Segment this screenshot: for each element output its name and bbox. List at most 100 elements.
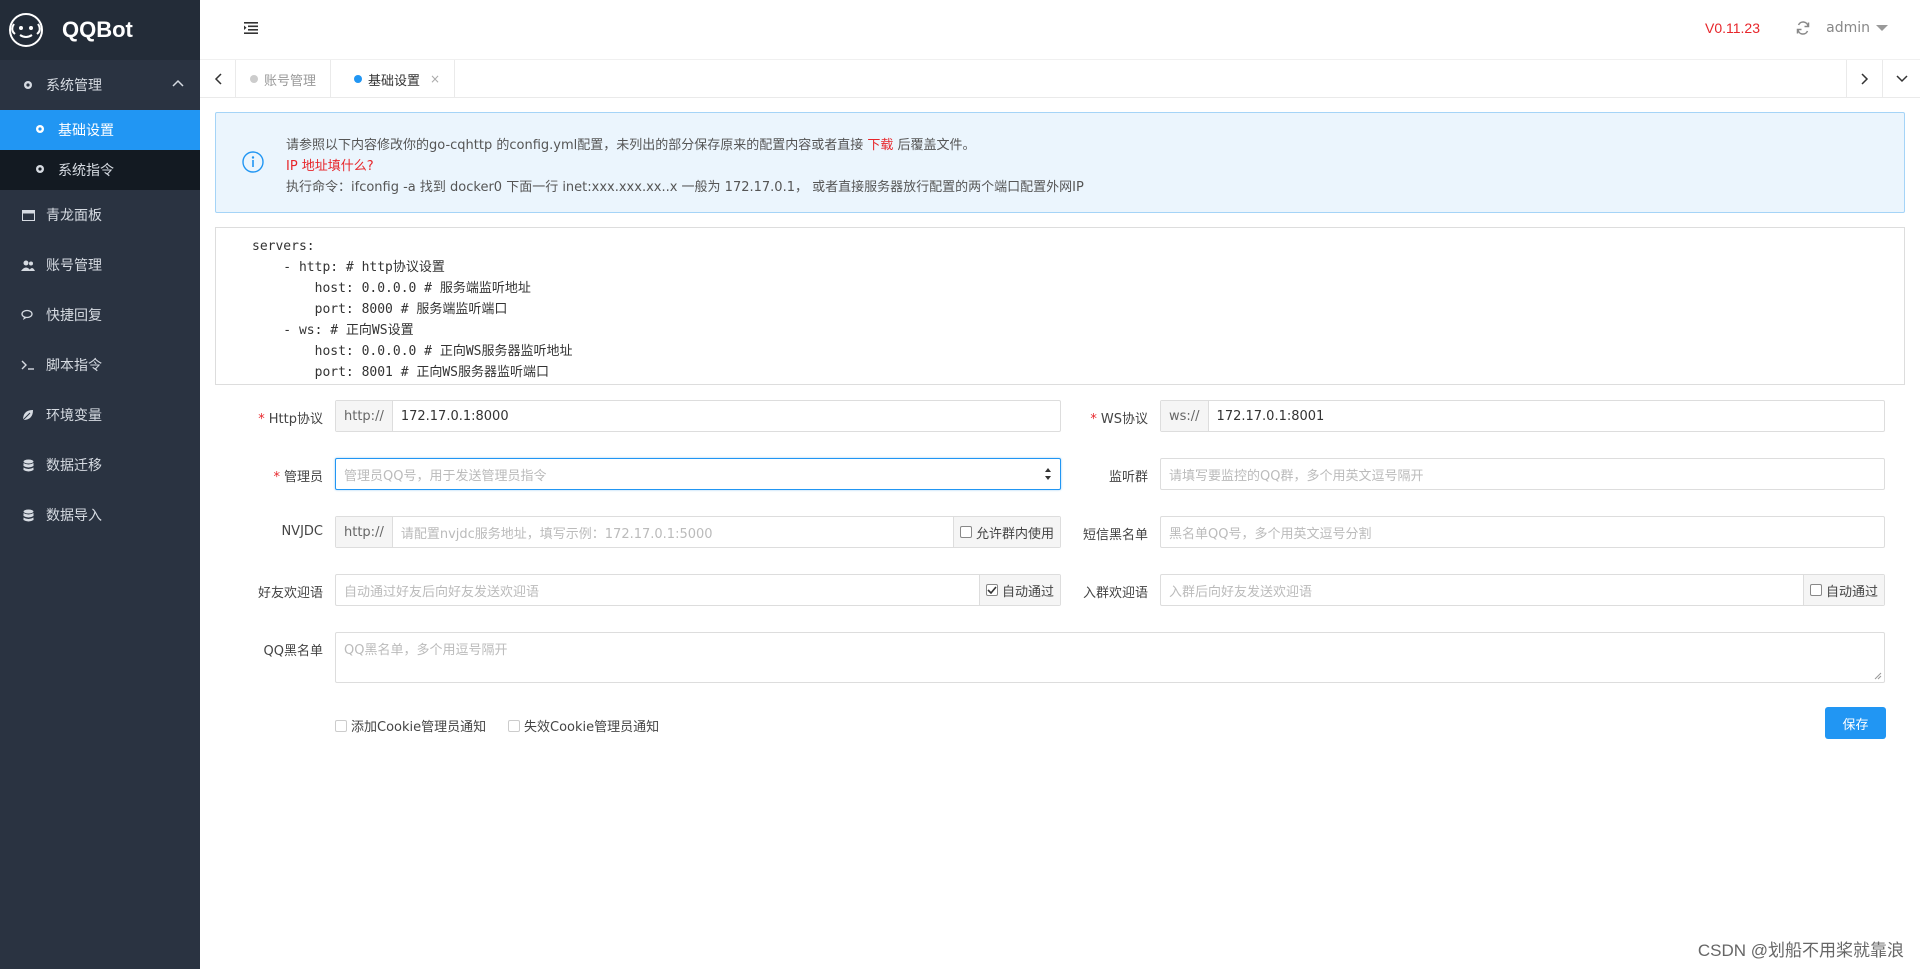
sidebar-item-label: 数据迁移: [46, 458, 102, 474]
label-text: NVJDC: [281, 524, 323, 539]
robot-logo-icon: [9, 13, 43, 47]
sms-blacklist-field[interactable]: 黑名单QQ号，多个用英文逗号分割: [1160, 516, 1885, 548]
tab-scroll-left[interactable]: [200, 60, 236, 98]
window-icon: [20, 207, 36, 223]
resize-handle-icon[interactable]: [1874, 672, 1882, 680]
group-auto-accept-checkbox[interactable]: 自动通过: [1802, 575, 1884, 605]
code-line: port: 8001 # 正向WS服务器监听端口: [252, 365, 550, 380]
version-label[interactable]: V0.11.23: [1705, 20, 1760, 36]
textarea-placeholder: QQ黑名单，多个用逗号隔开: [344, 643, 508, 658]
listen-group-field[interactable]: 请填写要监控的QQ群，多个用英文逗号隔开: [1160, 458, 1885, 490]
label-text: Http协议: [268, 412, 323, 427]
download-link[interactable]: 下载: [867, 138, 893, 153]
database-icon: [20, 457, 36, 473]
alert-text: 请参照以下内容修改你的go-cqhttp 的config.yml配置，未列出的部…: [286, 138, 868, 153]
friend-welcome-input[interactable]: 自动通过好友后向好友发送欢迎语: [336, 581, 979, 600]
checkbox-label: 自动通过: [1825, 584, 1878, 600]
tab-accounts[interactable]: 账号管理: [236, 60, 332, 98]
leaf-icon: [20, 407, 36, 423]
tab-scroll-right[interactable]: [1846, 60, 1882, 98]
ws-field[interactable]: ws:// 172.17.0.1:8001: [1160, 400, 1885, 432]
ip-help-link[interactable]: IP 地址填什么?: [286, 156, 1084, 177]
checkbox-icon: [335, 719, 347, 732]
sidebar-item-label: 快捷回复: [46, 308, 102, 324]
tab-menu[interactable]: [1882, 60, 1920, 98]
username: admin: [1826, 20, 1870, 36]
sidebar-item-label: 环境变量: [46, 408, 102, 424]
checkbox-label: 失效Cookie管理员通知: [524, 720, 660, 735]
group-welcome-input[interactable]: 入群后向好友发送欢迎语: [1161, 581, 1803, 600]
users-icon: [20, 257, 36, 273]
gear-icon: [20, 77, 36, 93]
gear-icon: [34, 163, 48, 177]
http-field[interactable]: http:// 172.17.0.1:8000: [335, 400, 1061, 432]
notify-add-checkbox[interactable]: 添加Cookie管理员通知: [335, 716, 486, 735]
qq-blacklist-textarea[interactable]: QQ黑名单，多个用逗号隔开: [335, 632, 1885, 683]
sidebar-item-qinglong[interactable]: 青龙面板: [0, 190, 200, 240]
sidebar-item-env-vars[interactable]: 环境变量: [0, 390, 200, 440]
alert-text: 后覆盖文件。: [893, 138, 976, 153]
sidebar-item-system-commands[interactable]: 系统指令: [0, 150, 200, 190]
sidebar-item-label: 青龙面板: [46, 208, 102, 224]
chat-icon: [20, 307, 36, 323]
sidebar-item-label: 数据导入: [46, 508, 102, 524]
app-name: QQBot: [62, 17, 133, 42]
label-text: QQ黑名单: [263, 644, 323, 659]
sidebar-item-data-import[interactable]: 数据导入: [0, 490, 200, 540]
code-line: port: 8000 # 服务端监听端口: [252, 302, 508, 317]
nvjdc-input[interactable]: 请配置nvjdc服务地址，填写示例：172.17.0.1:5000: [393, 523, 953, 542]
checkbox-icon: [508, 719, 520, 732]
tab-dot: [250, 75, 258, 83]
refresh-icon[interactable]: [1796, 21, 1810, 35]
tab-label: 基础设置: [368, 73, 421, 89]
sidebar-item-label: 账号管理: [46, 258, 102, 274]
checkbox-label: 添加Cookie管理员通知: [351, 720, 487, 735]
chevron-up-icon: [172, 79, 184, 87]
top-header: V0.11.23 admin: [200, 0, 1920, 60]
sidebar-item-accounts[interactable]: 账号管理: [0, 240, 200, 290]
sidebar-group-label: 系统管理: [46, 78, 102, 94]
database-icon: [20, 507, 36, 523]
label-text: WS协议: [1100, 412, 1148, 427]
terminal-icon: [20, 357, 36, 373]
code-line: host: 0.0.0.0 # 正向WS服务器监听地址: [252, 344, 573, 359]
nvjdc-field[interactable]: http:// 请配置nvjdc服务地址，填写示例：172.17.0.1:500…: [335, 516, 1061, 548]
tab-label: 账号管理: [264, 73, 317, 89]
menu-toggle-icon[interactable]: [244, 22, 258, 34]
code-line: servers:: [252, 239, 315, 254]
sidebar-item-basic-settings[interactable]: 基础设置: [0, 110, 200, 150]
admin-input[interactable]: 管理员QQ号，用于发送管理员指令: [336, 465, 1060, 484]
listen-group-input[interactable]: 请填写要监控的QQ群，多个用英文逗号隔开: [1161, 465, 1884, 484]
nvjdc-prefix: http://: [336, 517, 393, 547]
sidebar-item-quick-reply[interactable]: 快捷回复: [0, 290, 200, 340]
close-icon[interactable]: ×: [430, 72, 440, 86]
admin-field[interactable]: 管理员QQ号，用于发送管理员指令: [335, 458, 1061, 490]
http-prefix: http://: [336, 401, 393, 431]
sms-blacklist-input[interactable]: 黑名单QQ号，多个用英文逗号分割: [1161, 523, 1884, 542]
group-welcome-field[interactable]: 入群后向好友发送欢迎语 自动通过: [1160, 574, 1885, 606]
config-code: servers: - http: # http协议设置 host: 0.0.0.…: [215, 227, 1905, 385]
logo[interactable]: QQBot: [0, 0, 200, 60]
alert-line-1: 请参照以下内容修改你的go-cqhttp 的config.yml配置，未列出的部…: [286, 135, 1084, 156]
label-text: 短信黑名单: [1082, 528, 1148, 543]
http-label: * Http协议: [258, 412, 323, 427]
chevron-right-icon: [1860, 73, 1868, 85]
user-menu[interactable]: admin: [1826, 20, 1888, 36]
tab-basic-settings[interactable]: 基础设置 ×: [340, 60, 456, 98]
checkbox-icon: [1809, 584, 1822, 596]
notify-expire-checkbox[interactable]: 失效Cookie管理员通知: [508, 716, 659, 735]
ws-prefix: ws://: [1161, 401, 1209, 431]
sidebar-item-label: 脚本指令: [46, 358, 102, 374]
sidebar-item-script-commands[interactable]: 脚本指令: [0, 340, 200, 390]
code-line: - ws: # 正向WS设置: [252, 323, 414, 338]
alert-line-3: 执行命令：ifconfig -a 找到 docker0 下面一行 inet:xx…: [286, 180, 1084, 195]
ws-input[interactable]: 172.17.0.1:8001: [1209, 409, 1884, 424]
sidebar-item-data-migration[interactable]: 数据迁移: [0, 440, 200, 490]
sidebar-item-label: 系统指令: [58, 163, 114, 179]
sidebar: QQBot 系统管理 基础设置 系统指令 青龙面板 账号管理 快捷回复 脚本指令…: [0, 0, 200, 969]
sidebar-group-system[interactable]: 系统管理: [0, 60, 200, 110]
http-input[interactable]: 172.17.0.1:8000: [393, 409, 1060, 424]
friend-welcome-field[interactable]: 自动通过好友后向好友发送欢迎语 自动通过: [335, 574, 1061, 606]
save-button[interactable]: 保存: [1825, 707, 1886, 739]
caret-down-icon: [1876, 25, 1888, 31]
